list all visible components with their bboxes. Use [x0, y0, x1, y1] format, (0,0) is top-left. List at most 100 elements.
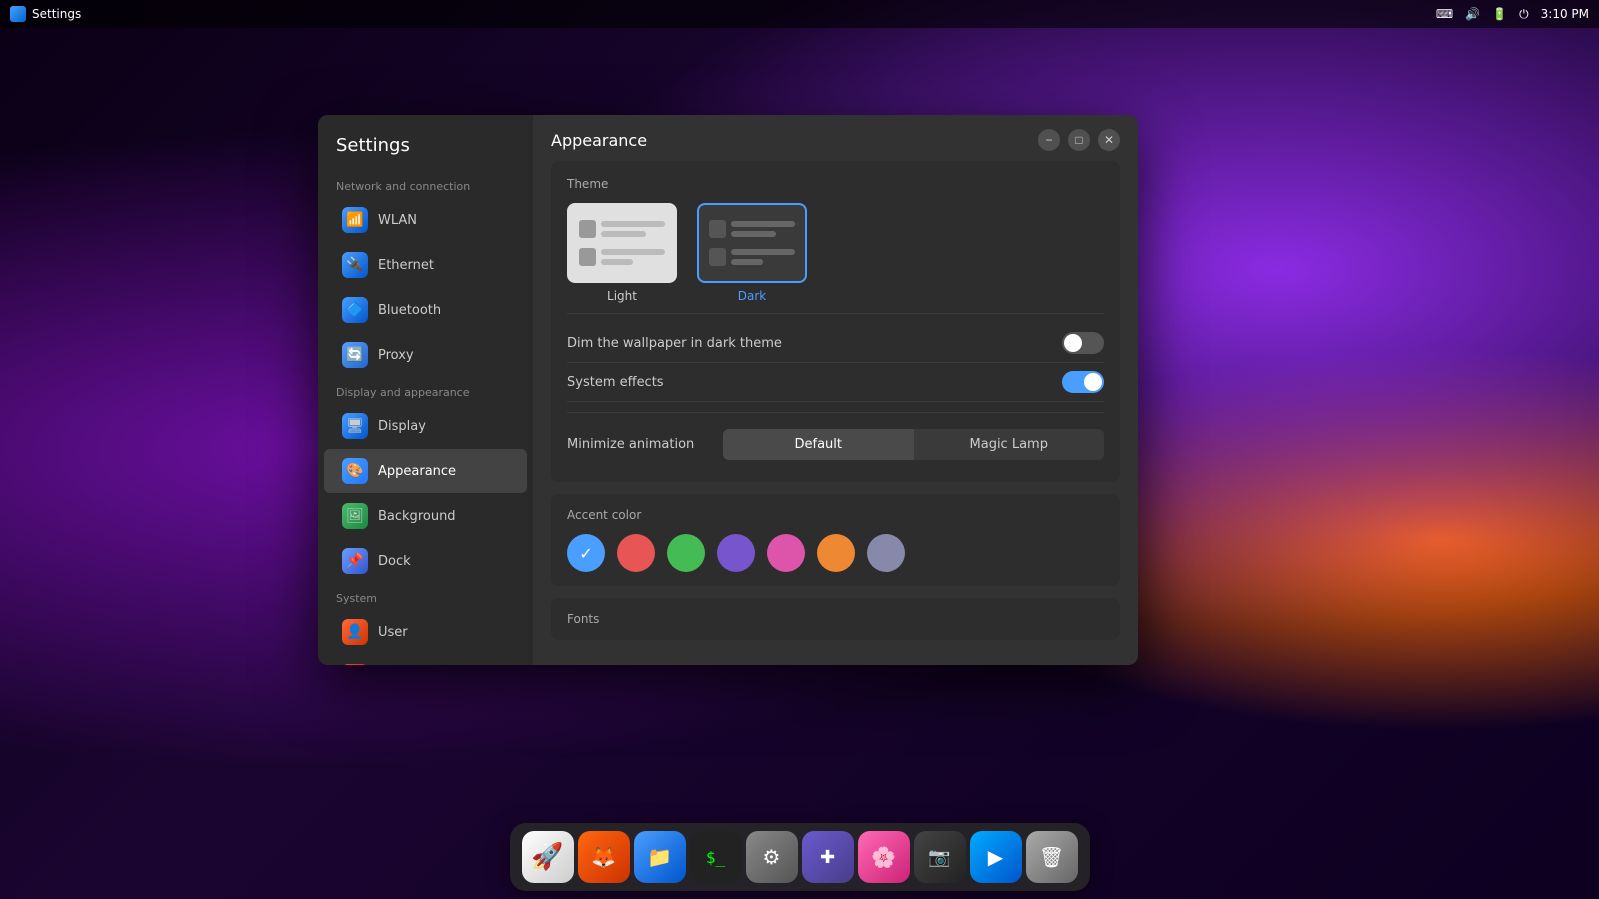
- minimize-animation-row: Minimize animation Default Magic Lamp: [567, 423, 1104, 466]
- display-icon: 🖥: [342, 413, 368, 439]
- bluetooth-icon: 🔷: [342, 297, 368, 323]
- sidebar-item-label-dock: Dock: [378, 554, 411, 569]
- sidebar-item-user[interactable]: 👤 User: [324, 610, 527, 654]
- sidebar-item-wlan[interactable]: 📶 WLAN: [324, 198, 527, 242]
- dock-item-launcher[interactable]: 🚀: [522, 831, 574, 883]
- section-label-network: Network and connection: [318, 172, 533, 197]
- dim-wallpaper-row: Dim the wallpaper in dark theme: [567, 324, 1104, 363]
- system-effects-row: System effects: [567, 363, 1104, 402]
- top-bar-title: Settings: [32, 7, 81, 21]
- user-icon: 👤: [342, 619, 368, 645]
- appearance-icon: 🎨: [342, 458, 368, 484]
- theme-section: Theme: [551, 161, 1120, 482]
- proxy-icon: 🔄: [342, 342, 368, 368]
- dock-item-klokki[interactable]: ✚: [802, 831, 854, 883]
- animation-option-default[interactable]: Default: [723, 429, 914, 460]
- sidebar-item-notifications[interactable]: 🔔 Notifications: [324, 655, 527, 665]
- sidebar-item-label-background: Background: [378, 509, 456, 524]
- dark-preview-row-2: [709, 248, 795, 266]
- sidebar-item-label-appearance: Appearance: [378, 464, 456, 479]
- dark-preview-icon-2: [709, 248, 726, 266]
- theme-option-light[interactable]: Light: [567, 203, 677, 303]
- preview-lines-2: [601, 249, 665, 265]
- dock-item-settings[interactable]: ⚙: [746, 831, 798, 883]
- notifications-icon: 🔔: [342, 664, 368, 665]
- ethernet-icon: 🔌: [342, 252, 368, 278]
- accent-gray[interactable]: [867, 534, 905, 572]
- minimize-animation-label: Minimize animation: [567, 437, 707, 452]
- theme-section-label: Theme: [567, 177, 1104, 191]
- keyboard-icon: ⌨: [1436, 7, 1453, 21]
- accent-green[interactable]: [667, 534, 705, 572]
- dock-item-files[interactable]: 📁: [634, 831, 686, 883]
- dock-item-player[interactable]: ▶: [970, 831, 1022, 883]
- sidebar-item-appearance[interactable]: 🎨 Appearance: [324, 449, 527, 493]
- animation-options: Default Magic Lamp: [723, 429, 1104, 460]
- sidebar-title: Settings: [318, 135, 533, 172]
- preview-icon-2: [579, 248, 596, 266]
- theme-option-dark[interactable]: Dark: [697, 203, 807, 303]
- section-label-system: System: [318, 584, 533, 609]
- dim-wallpaper-toggle[interactable]: [1062, 332, 1104, 354]
- top-bar: Settings ⌨ 🔊 🔋 ⏻ 3:10 PM: [0, 0, 1599, 28]
- sidebar-item-label-bluetooth: Bluetooth: [378, 303, 441, 318]
- preview-icon-1: [579, 220, 596, 238]
- dock-item-rose[interactable]: 🌸: [858, 831, 910, 883]
- sidebar-item-label-wlan: WLAN: [378, 213, 417, 228]
- sidebar-item-ethernet[interactable]: 🔌 Ethernet: [324, 243, 527, 287]
- accent-pink[interactable]: [767, 534, 805, 572]
- sidebar-item-dock[interactable]: 📌 Dock: [324, 539, 527, 583]
- dark-preview-lines-1: [731, 221, 795, 237]
- window-title: Appearance: [551, 131, 647, 150]
- window-titlebar: Appearance − □ ✕: [533, 115, 1138, 161]
- dark-preview-lines-2: [731, 249, 795, 265]
- dock-item-trash[interactable]: 🗑: [1026, 831, 1078, 883]
- sidebar-item-label-proxy: Proxy: [378, 348, 414, 363]
- dock-item-firefox[interactable]: 🦊: [578, 831, 630, 883]
- preview-line-2a: [601, 249, 665, 255]
- accent-red[interactable]: [617, 534, 655, 572]
- minimize-button[interactable]: −: [1038, 129, 1060, 151]
- fonts-title: Fonts: [567, 612, 1104, 626]
- accent-orange[interactable]: [817, 534, 855, 572]
- dark-theme-preview: [697, 203, 807, 283]
- preview-line-1a: [601, 221, 665, 227]
- maximize-button[interactable]: □: [1068, 129, 1090, 151]
- light-theme-label: Light: [607, 289, 637, 303]
- preview-row-1: [579, 220, 665, 238]
- preview-line-2b: [601, 259, 633, 265]
- volume-icon: 🔊: [1465, 7, 1480, 21]
- accent-colors-list: ✓: [567, 534, 1104, 572]
- dark-preview-row-1: [709, 220, 795, 238]
- preview-lines-1: [601, 221, 665, 237]
- separator-1: [567, 313, 1104, 314]
- accent-color-section: Accent color ✓: [551, 494, 1120, 586]
- system-effects-toggle[interactable]: [1062, 371, 1104, 393]
- dark-preview-icon-1: [709, 220, 726, 238]
- sidebar-item-label-user: User: [378, 625, 408, 640]
- sidebar-item-proxy[interactable]: 🔄 Proxy: [324, 333, 527, 377]
- dock-item-terminal[interactable]: $_: [690, 831, 742, 883]
- accent-purple[interactable]: [717, 534, 755, 572]
- dark-preview-line-1b: [731, 231, 776, 237]
- settings-window: Settings Network and connection 📶 WLAN 🔌…: [318, 115, 1138, 665]
- app-icon: [10, 6, 26, 22]
- theme-grid: Light: [567, 203, 1104, 303]
- sidebar-item-bluetooth[interactable]: 🔷 Bluetooth: [324, 288, 527, 332]
- animation-option-magic-lamp[interactable]: Magic Lamp: [914, 429, 1105, 460]
- accent-color-title: Accent color: [567, 508, 1104, 522]
- separator-2: [567, 412, 1104, 413]
- dim-wallpaper-knob: [1064, 334, 1082, 352]
- preview-row-2: [579, 248, 665, 266]
- dark-preview-line-1a: [731, 221, 795, 227]
- main-content: Appearance − □ ✕ Theme: [533, 115, 1138, 665]
- sidebar-item-display[interactable]: 🖥 Display: [324, 404, 527, 448]
- sidebar-item-background[interactable]: 🖼 Background: [324, 494, 527, 538]
- sidebar: Settings Network and connection 📶 WLAN 🔌…: [318, 115, 533, 665]
- top-bar-right: ⌨ 🔊 🔋 ⏻ 3:10 PM: [1436, 7, 1589, 22]
- accent-blue[interactable]: ✓: [567, 534, 605, 572]
- content-area: Theme: [533, 161, 1138, 665]
- power-icon: ⏻: [1519, 7, 1529, 22]
- close-button[interactable]: ✕: [1098, 129, 1120, 151]
- dock-item-screenshot[interactable]: 📷: [914, 831, 966, 883]
